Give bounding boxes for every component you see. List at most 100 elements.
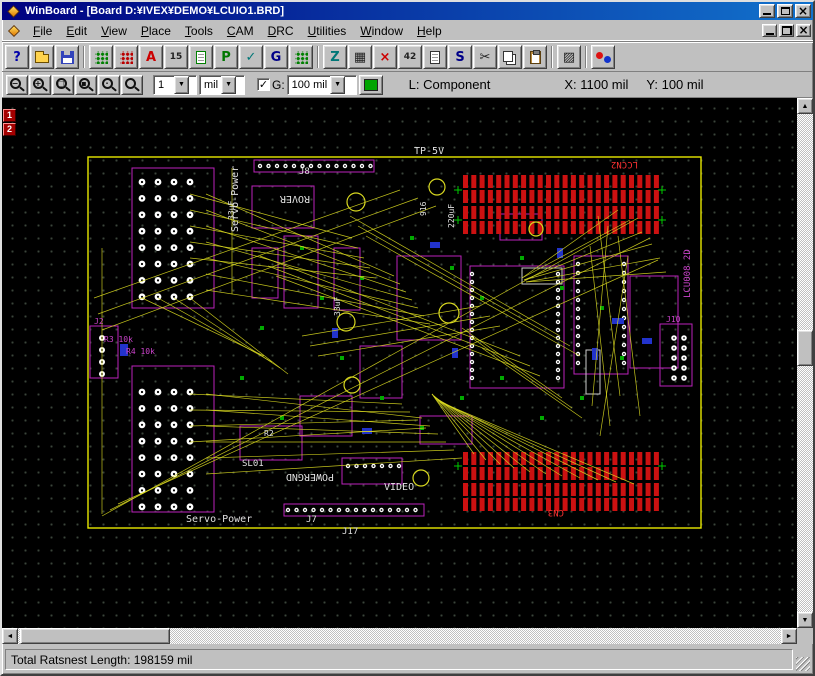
place-part-button[interactable] [89, 45, 113, 69]
menu-edit[interactable]: Edit [59, 21, 94, 41]
autoroute-icon: Z [330, 51, 339, 64]
svg-text:Servo-Power: Servo-Power [230, 166, 241, 232]
mdi-restore-button[interactable] [779, 24, 794, 37]
menu-window[interactable]: Window [353, 21, 410, 41]
open-icon [35, 54, 49, 63]
mdi-restore-icon [782, 26, 792, 35]
svg-text:220uF: 220uF [447, 204, 456, 228]
drc-button[interactable]: 42 [398, 45, 422, 69]
add-grid-button[interactable] [289, 45, 313, 69]
vertical-scrollbar[interactable]: ▲ ▼ [797, 98, 813, 628]
paste-button[interactable] [523, 45, 547, 69]
print-icon: ▨ [563, 51, 575, 64]
place-pin-button[interactable]: P [214, 45, 238, 69]
menu-drc[interactable]: DRC [261, 21, 301, 41]
grid-size-select[interactable]: 100 mil ▼ [287, 75, 357, 95]
zoom-window-button[interactable]: □ [52, 75, 74, 95]
app-icon[interactable] [7, 5, 19, 17]
scroll-up-button[interactable]: ▲ [797, 98, 813, 114]
svg-text:LCCN2: LCCN2 [611, 159, 638, 169]
help-button[interactable]: ? [5, 45, 29, 69]
svg-text:Servo-Power: Servo-Power [186, 514, 252, 525]
grid-toggle-checkbox[interactable] [257, 78, 270, 91]
cut-button[interactable]: ✂ [473, 45, 497, 69]
scroll-down-button[interactable]: ▼ [797, 612, 813, 628]
sheet-tab-2[interactable]: 2 [3, 123, 16, 136]
menu-tools[interactable]: Tools [178, 21, 220, 41]
zoom-in-button[interactable]: + [29, 75, 51, 95]
print-button[interactable]: ▨ [557, 45, 581, 69]
zoom-out-button[interactable]: − [6, 75, 28, 95]
scroll-right-button[interactable]: ► [781, 628, 797, 644]
coordinate-x: X: 1100 mil [564, 77, 628, 92]
delete-button[interactable]: × [373, 45, 397, 69]
document-window-icon[interactable] [8, 24, 20, 36]
mdi-close-button[interactable]: × [796, 24, 811, 37]
place-pattern-button[interactable] [114, 45, 138, 69]
maximize-button[interactable] [777, 4, 793, 18]
paste-icon [530, 51, 541, 64]
status-message: Total Ratsnest Length: 198159 mil [5, 649, 793, 670]
close-button[interactable]: × [795, 4, 811, 18]
zoom-board-button[interactable]: ▪ [75, 75, 97, 95]
copy-button[interactable] [498, 45, 522, 69]
horizontal-scroll-track[interactable] [18, 628, 781, 644]
chevron-down-icon[interactable]: ▼ [330, 76, 345, 94]
chevron-down-icon[interactable]: ▼ [174, 76, 189, 94]
colors-button[interactable] [591, 45, 615, 69]
titlebar: WinBoard - [Board D:¥IVEX¥DEMO¥LCUIO1.BR… [2, 2, 813, 20]
save-button[interactable] [55, 45, 79, 69]
edit-trace-button[interactable]: ✓ [239, 45, 263, 69]
grid-15-icon: 15 [170, 53, 183, 62]
resize-grip-icon[interactable] [796, 657, 810, 671]
chevron-down-icon[interactable]: ▼ [221, 76, 236, 94]
curve-button[interactable]: S [448, 45, 472, 69]
ratsnest-icon: ▦ [354, 51, 366, 64]
menu-cam[interactable]: CAM [220, 21, 261, 41]
vertical-scroll-track[interactable] [797, 114, 813, 612]
menu-file[interactable]: File [26, 21, 59, 41]
svg-text:J2: J2 [94, 317, 104, 326]
pcb-canvas[interactable]: Servo-PowerJ8ROVERTP-5VLCCN2CN3VIDEOPOWE… [2, 98, 797, 628]
magnifier-icon: ▪ [79, 78, 90, 89]
menu-utilities[interactable]: Utilities [301, 21, 354, 41]
vertical-scroll-thumb[interactable] [797, 330, 813, 366]
svg-text:POWERGND: POWERGND [286, 471, 334, 482]
zoom-previous-button[interactable]: · [98, 75, 120, 95]
svg-text:LCU008 2D: LCU008 2D [683, 249, 693, 298]
scroll-left-button[interactable]: ◄ [2, 628, 18, 644]
cut-icon: ✂ [480, 51, 491, 64]
menu-view[interactable]: View [94, 21, 134, 41]
svg-text:R2: R2 [264, 429, 274, 438]
autoroute-button[interactable]: Z [323, 45, 347, 69]
redraw-button[interactable] [121, 75, 143, 95]
menu-place[interactable]: Place [134, 21, 178, 41]
place-text-button[interactable]: A [139, 45, 163, 69]
mdi-minimize-button[interactable] [762, 24, 777, 37]
report-button[interactable] [423, 45, 447, 69]
grid-15-button[interactable]: 15 [164, 45, 188, 69]
minimize-button[interactable] [759, 4, 775, 18]
mdi-minimize-icon [766, 33, 774, 35]
app-window: WinBoard - [Board D:¥IVEX¥DEMO¥LCUIO1.BR… [0, 0, 815, 676]
scale-value: 1 [154, 76, 174, 94]
horizontal-scroll-thumb[interactable] [20, 628, 170, 644]
component-list-button[interactable] [189, 45, 213, 69]
sheet-tab-1[interactable]: 1 [3, 109, 16, 122]
ratsnest-button[interactable]: ▦ [348, 45, 372, 69]
toolbar-separator [585, 46, 587, 68]
scale-select[interactable]: 1 ▼ [153, 75, 197, 95]
workspace: Servo-PowerJ8ROVERTP-5VLCCN2CN3VIDEOPOWE… [2, 98, 813, 628]
save-icon [61, 51, 74, 64]
horizontal-scrollbar[interactable]: ◄ ► [2, 628, 797, 644]
grid-color-button[interactable] [359, 75, 383, 95]
magnifier-icon [125, 78, 136, 89]
units-select[interactable]: mil ▼ [199, 75, 245, 95]
scrollbar-corner [797, 628, 813, 644]
open-button[interactable] [30, 45, 54, 69]
glue-button[interactable]: G [264, 45, 288, 69]
menu-help[interactable]: Help [410, 21, 449, 41]
svg-text:R4 10k: R4 10k [126, 347, 155, 356]
add-grid-icon [295, 51, 308, 64]
close-icon: × [798, 5, 808, 17]
